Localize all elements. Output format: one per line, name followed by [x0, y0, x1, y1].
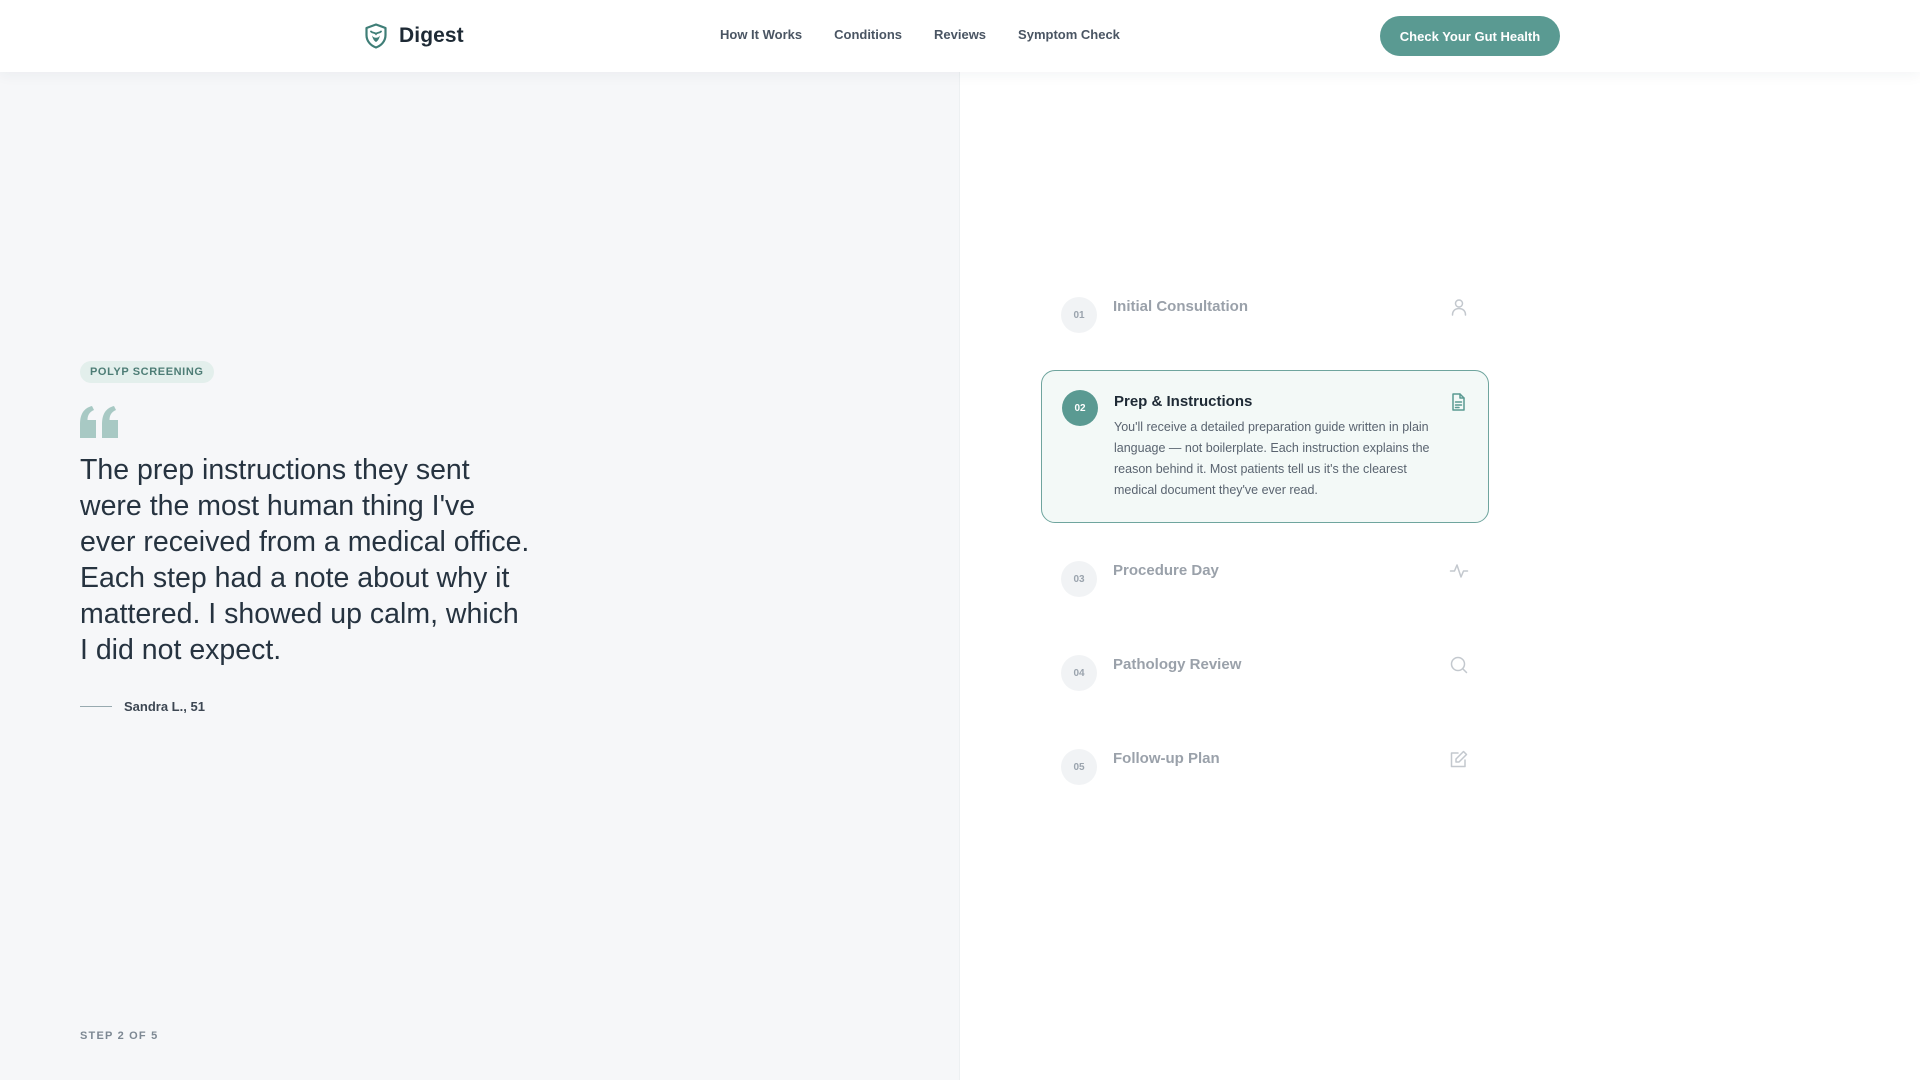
nav-how-it-works[interactable]: How It Works — [720, 26, 802, 44]
main-nav: How It Works Conditions Reviews Symptom … — [720, 26, 1120, 44]
step-pathology-review[interactable]: 04 Pathology Review — [1041, 644, 1489, 700]
testimonial-author: Sandra L., 51 — [80, 699, 205, 714]
step-initial-consultation[interactable]: 01 Initial Consultation — [1041, 286, 1489, 342]
author-divider — [80, 706, 112, 707]
step-prep-instructions[interactable]: 02 Prep & Instructions You'll receive a … — [1041, 370, 1489, 523]
step-number: 01 — [1061, 297, 1097, 333]
nav-reviews[interactable]: Reviews — [934, 26, 986, 44]
step-number: 04 — [1061, 655, 1097, 691]
step-number: 02 — [1062, 390, 1098, 426]
edit-icon — [1449, 749, 1469, 769]
step-title: Procedure Day — [1113, 562, 1219, 579]
nav-conditions[interactable]: Conditions — [834, 26, 902, 44]
document-icon — [1448, 392, 1468, 412]
step-procedure-day[interactable]: 03 Procedure Day — [1041, 550, 1489, 606]
category-tag: POLYP SCREENING — [80, 361, 214, 383]
testimonial-panel: POLYP SCREENING The prep instructions th… — [0, 72, 960, 1080]
brand-logo[interactable]: Digest — [364, 22, 464, 50]
site-header: Digest How It Works Conditions Reviews S… — [0, 0, 1920, 72]
step-title: Prep & Instructions — [1114, 393, 1253, 410]
step-number: 03 — [1061, 561, 1097, 597]
check-gut-health-button[interactable]: Check Your Gut Health — [1380, 16, 1560, 56]
nav-symptom-check[interactable]: Symptom Check — [1018, 26, 1120, 44]
brand-name: Digest — [399, 24, 464, 47]
shield-logo-icon — [365, 23, 387, 49]
user-icon — [1449, 297, 1469, 317]
step-title: Follow-up Plan — [1113, 750, 1220, 767]
step-indicator: STEP 2 OF 5 — [80, 1030, 159, 1042]
step-title: Initial Consultation — [1113, 298, 1248, 315]
search-icon — [1449, 655, 1469, 675]
step-title: Pathology Review — [1113, 656, 1242, 673]
step-description: You'll receive a detailed preparation gu… — [1114, 420, 1430, 497]
step-follow-up-plan[interactable]: 05 Follow-up Plan — [1041, 738, 1489, 794]
testimonial-quote: The prep instructions they sent were the… — [80, 454, 530, 666]
quote-mark-icon — [80, 406, 118, 438]
author-name: Sandra L., 51 — [124, 699, 205, 714]
step-number: 05 — [1061, 749, 1097, 785]
activity-icon — [1449, 561, 1469, 581]
